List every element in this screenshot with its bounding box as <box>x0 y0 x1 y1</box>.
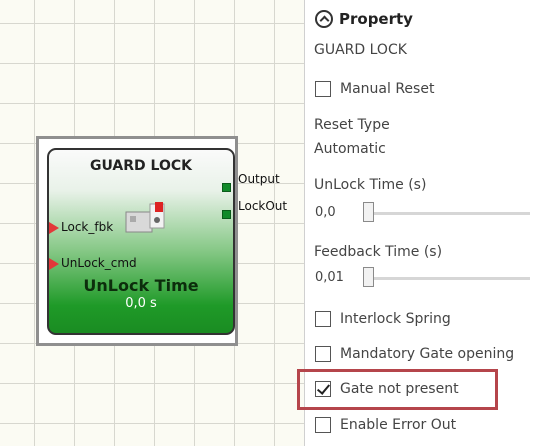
unlock-time-slider[interactable]: 0,0 <box>315 200 530 226</box>
input-arrow-icon <box>49 257 59 270</box>
enable-error-out-option[interactable]: Enable Error Out <box>315 414 456 436</box>
guard-lock-device-icon <box>125 202 165 233</box>
feedback-time-label: Feedback Time (s) <box>314 244 443 260</box>
interlock-spring-checkbox[interactable] <box>315 311 331 327</box>
unlock-time-value: 0,0 <box>315 205 336 220</box>
reset-type-label: Reset Type <box>314 117 390 133</box>
input-label-lock-fbk: Lock_fbk <box>61 220 114 234</box>
slider-track[interactable] <box>370 212 530 215</box>
input-arrow-icon <box>49 221 59 234</box>
function-value: 0,0 s <box>125 296 157 311</box>
enable-error-out-label: Enable Error Out <box>340 417 457 433</box>
feedback-time-value: 0,01 <box>315 270 344 285</box>
highlight-box <box>297 369 498 410</box>
manual-reset-checkbox[interactable] <box>315 81 331 97</box>
mandatory-gate-option[interactable]: Mandatory Gate opening <box>315 343 514 365</box>
manual-reset-label: Manual Reset <box>340 81 435 97</box>
manual-reset-option[interactable]: Manual Reset <box>315 78 434 100</box>
panel-title: Property <box>339 10 413 28</box>
input-port-lock-fbk[interactable]: Lock_fbk <box>49 220 113 234</box>
slider-track[interactable] <box>370 277 530 280</box>
interlock-spring-label: Interlock Spring <box>340 311 451 327</box>
output-port-lockout[interactable] <box>222 210 231 219</box>
mandatory-gate-label: Mandatory Gate opening <box>340 346 515 362</box>
enable-error-out-checkbox[interactable] <box>315 417 331 433</box>
output-label-output: Output <box>238 172 280 186</box>
interlock-spring-option[interactable]: Interlock Spring <box>315 308 451 330</box>
input-port-unlock-cmd[interactable]: UnLock_cmd <box>49 256 137 270</box>
output-label-lockout: LockOut <box>238 199 288 213</box>
slider-thumb[interactable] <box>363 202 374 222</box>
reset-type-value[interactable]: Automatic <box>314 141 386 157</box>
input-label-unlock-cmd: UnLock_cmd <box>61 256 137 270</box>
block-title: GUARD LOCK <box>90 158 192 174</box>
feedback-time-slider[interactable]: 0,01 <box>315 265 530 291</box>
collapse-chevron-up-icon[interactable] <box>315 10 333 28</box>
unlock-time-label: UnLock Time (s) <box>314 177 427 193</box>
mandatory-gate-checkbox[interactable] <box>315 346 331 362</box>
slider-thumb[interactable] <box>363 267 374 287</box>
element-name: GUARD LOCK <box>314 42 407 58</box>
output-port-output[interactable] <box>222 183 231 192</box>
guard-lock-block[interactable]: GUARD LOCK Lock_fbk UnLock_cmd UnLock Ti… <box>47 148 235 335</box>
function-name: UnLock Time <box>83 276 199 295</box>
